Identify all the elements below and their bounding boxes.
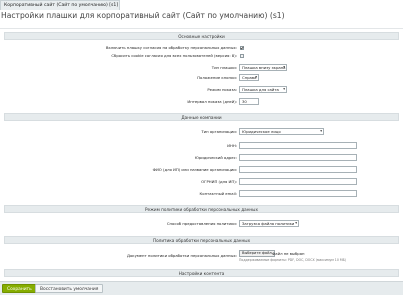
chevron-down-icon: ▾ xyxy=(283,87,285,91)
banner-type-value: Плашка внизу экрана xyxy=(242,65,286,70)
section-policy-mode: Режим политики обработки персональных да… xyxy=(4,205,399,213)
org-name-label: ФИО (для ИП) или название организации: xyxy=(152,167,237,172)
inn-label: ИНН: xyxy=(227,143,237,148)
org-type-value: Юридическое лицо xyxy=(242,129,281,134)
section-main-settings: Основные настройки xyxy=(4,32,399,40)
settings-panel: Основные настройки Включить плашку согла… xyxy=(0,28,403,282)
legal-address-label: Юридический адрес: xyxy=(194,155,237,160)
inn-input[interactable] xyxy=(239,142,357,149)
chevron-down-icon: ▾ xyxy=(283,65,285,69)
enable-consent-checkbox[interactable] xyxy=(240,45,244,50)
reset-cookie-checkbox[interactable] xyxy=(240,53,244,58)
contact-email-label: Контактный email: xyxy=(199,191,237,196)
tab-strip: Корпоративный сайт (Сайт по умолчанию) [… xyxy=(0,0,403,11)
tab-site-s1[interactable]: Корпоративный сайт (Сайт по умолчанию) [… xyxy=(0,0,120,10)
contact-email-input[interactable] xyxy=(239,190,357,197)
chevron-down-icon: ▾ xyxy=(320,129,322,133)
org-type-select[interactable]: Юридическое лицо ▾ xyxy=(239,128,324,135)
display-mode-value: Плашка для сайта xyxy=(242,87,279,92)
policy-document-label: Документ политики обработки персональных… xyxy=(126,253,237,258)
enable-consent-label: Включить плашку согласия на обработку пе… xyxy=(105,45,237,50)
legal-address-input[interactable] xyxy=(239,154,357,161)
footer-bar: Сохранить Восстановить умолчания xyxy=(0,281,403,295)
ogrn-input[interactable] xyxy=(239,178,357,185)
supported-formats-note: Поддерживаемые форматы: PDF, DOC, DOCX (… xyxy=(239,258,347,262)
interval-input[interactable]: 30 xyxy=(239,98,259,105)
choose-file-button[interactable]: Выберите файл xyxy=(239,250,275,257)
reset-cookie-label: Сбросить cookie согласия для всех пользо… xyxy=(111,53,237,58)
display-mode-label: Режим показа: xyxy=(207,87,237,92)
banner-type-select[interactable]: Плашка внизу экрана ▾ xyxy=(239,64,287,71)
policy-method-label: Способ предоставления политики: xyxy=(166,221,237,226)
section-policy: Политика обработки персональных данных xyxy=(4,236,399,244)
interval-label: Интервал показа (дней): xyxy=(187,99,237,104)
restore-defaults-button[interactable]: Восстановить умолчания xyxy=(35,284,104,293)
save-button[interactable]: Сохранить xyxy=(2,284,37,293)
org-name-input[interactable] xyxy=(239,166,357,173)
display-mode-select[interactable]: Плашка для сайта ▾ xyxy=(239,86,287,93)
chevron-down-icon: ▾ xyxy=(255,75,257,79)
section-company-data: Данные компании xyxy=(4,113,399,121)
file-status-text: Файл не выбран xyxy=(272,251,305,256)
policy-method-select[interactable]: Загрузка файла политики ▾ xyxy=(239,220,299,227)
banner-type-label: Тип плашки: xyxy=(211,65,237,70)
chevron-down-icon: ▾ xyxy=(295,221,297,225)
button-position-select[interactable]: Справа ▾ xyxy=(239,74,259,81)
page-title: Настройки плашки для корпоративный сайт … xyxy=(1,11,285,20)
org-type-label: Тип организации: xyxy=(201,129,237,134)
ogrn-label: ОГРНИП (для ИП): xyxy=(201,179,237,184)
button-position-label: Положение кнопки: xyxy=(197,75,237,80)
policy-method-value: Загрузка файла политики xyxy=(242,221,295,226)
section-content-settings: Настройки контента xyxy=(4,269,399,277)
checkmark-icon xyxy=(240,46,244,50)
